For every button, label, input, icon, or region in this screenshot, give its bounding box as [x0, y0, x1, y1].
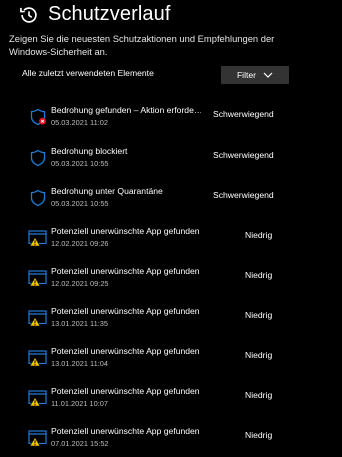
section-label: Alle zuletzt verwendeten Elemente: [22, 68, 154, 78]
app-warning-icon: [28, 389, 48, 407]
shield-error-icon: [28, 108, 48, 126]
severity-label: Niedrig: [245, 310, 273, 320]
severity-label: Schwerwiegend: [213, 109, 274, 119]
severity-label: Schwerwiegend: [213, 190, 274, 200]
severity-label: Niedrig: [245, 430, 273, 440]
item-title: Bedrohung blockiert: [51, 146, 128, 156]
severity-label: Niedrig: [245, 230, 273, 240]
filter-button[interactable]: Filter: [221, 66, 289, 84]
severity-label: Niedrig: [245, 270, 273, 280]
item-title: Potenziell unerwünschte App gefunden: [51, 306, 200, 316]
item-date: 12.02.2021 09:25: [51, 279, 109, 288]
item-date: 13.01.2021 11:35: [51, 319, 108, 328]
app-warning-icon: [28, 429, 48, 447]
app-warning-icon: [28, 309, 48, 327]
page-description: Zeigen Sie die neuesten Schutzaktionen u…: [9, 33, 275, 57]
item-title: Bedrohung gefunden – Aktion erforde…: [51, 105, 201, 115]
list-item[interactable]: Potenziell unerwünschte App gefunden 11.0…: [0, 383, 342, 417]
list-item[interactable]: Potenziell unerwünschte App gefunden 13.0…: [0, 303, 342, 337]
list-item[interactable]: Bedrohung unter Quarantäne 05.03.2021 10:…: [0, 183, 342, 217]
shield-icon: [28, 149, 48, 167]
history-icon: [20, 6, 37, 23]
list-item[interactable]: Potenziell unerwünschte App gefunden 13.0…: [0, 343, 342, 377]
shield-icon: [28, 189, 48, 207]
severity-label: Niedrig: [245, 390, 273, 400]
list-item[interactable]: Potenziell unerwünschte App gefunden 07.0…: [0, 423, 342, 457]
app-warning-icon: [28, 269, 48, 287]
item-title: Potenziell unerwünschte App gefunden: [51, 426, 200, 436]
filter-button-label: Filter: [236, 70, 257, 80]
item-date: 05.03.2021 11:02: [51, 118, 108, 127]
list-item[interactable]: Bedrohung blockiert 05.03.2021 10:55 Schwe…: [0, 143, 342, 177]
app-warning-icon: [28, 349, 48, 367]
item-title: Potenziell unerwünschte App gefunden: [51, 266, 200, 276]
severity-label: Niedrig: [245, 350, 273, 360]
item-title: Potenziell unerwünschte App gefunden: [51, 226, 200, 236]
item-title: Bedrohung unter Quarantäne: [51, 186, 163, 196]
list-item[interactable]: Potenziell unerwünschte App gefunden 12.0…: [0, 263, 342, 297]
chevron-down-icon: [263, 72, 273, 78]
severity-label: Schwerwiegend: [213, 150, 274, 160]
item-date: 11.01.2021 10:07: [51, 399, 108, 408]
item-date: 13.01.2021 11:04: [51, 359, 108, 368]
list-item[interactable]: Bedrohung gefunden – Aktion erforde… 05.0…: [0, 102, 342, 136]
item-title: Potenziell unerwünschte App gefunden: [51, 386, 200, 396]
item-date: 05.03.2021 10:55: [51, 199, 109, 208]
item-date: 12.02.2021 09:26: [51, 239, 109, 248]
item-date: 05.03.2021 10:55: [51, 159, 109, 168]
list-item[interactable]: Potenziell unerwünschte App gefunden 12.0…: [0, 223, 342, 257]
item-date: 07.01.2021 15:52: [51, 439, 109, 448]
page-title: Schutzverlauf: [48, 3, 171, 25]
page-header: Schutzverlauf: [18, 3, 170, 26]
item-title: Potenziell unerwünschte App gefunden: [51, 346, 200, 356]
app-warning-icon: [28, 229, 48, 247]
